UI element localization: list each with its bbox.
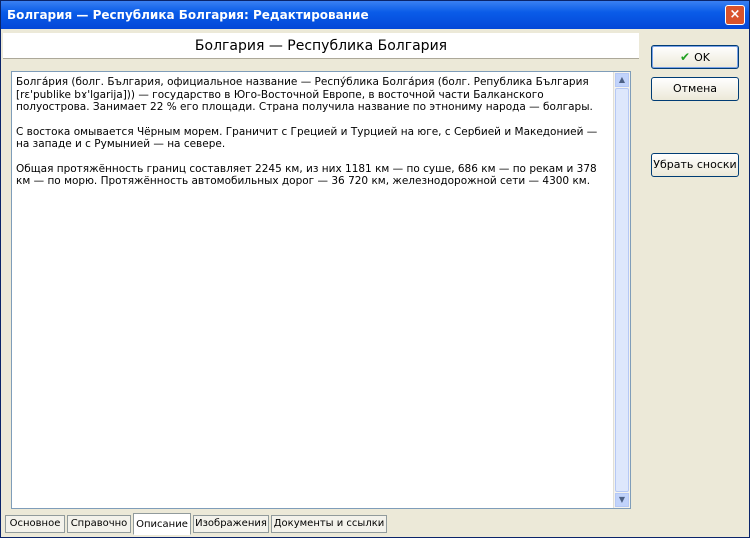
window-title: Болгария — Республика Болгария: Редактир… [7, 8, 369, 22]
scroll-thumb[interactable] [615, 88, 629, 492]
edit-dialog: Болгария — Республика Болгария: Редактир… [0, 0, 750, 538]
close-icon[interactable]: × [725, 5, 745, 25]
title-bar[interactable]: Болгария — Республика Болгария: Редактир… [1, 1, 749, 29]
vertical-scrollbar[interactable]: ▲ ▼ [613, 72, 630, 508]
description-panel: Болга́рия (болг. България, официальное н… [3, 61, 639, 515]
description-text-area[interactable]: Болга́рия (болг. България, официальное н… [11, 71, 631, 509]
arrow-down-icon[interactable]: ▼ [615, 493, 629, 507]
tab-reference[interactable]: Справочно [67, 515, 131, 533]
remove-footnotes-button[interactable]: Убрать сноски [651, 153, 739, 177]
description-text: Болга́рия (болг. България, официальное н… [16, 76, 612, 200]
tab-documents-links[interactable]: Документы и ссылки [271, 515, 387, 533]
paragraph: С востока омывается Чёрным морем. Гранич… [16, 125, 598, 151]
check-icon: ✔ [680, 50, 691, 64]
tab-images[interactable]: Изображения [193, 515, 269, 533]
ok-label: OK [694, 51, 710, 64]
arrow-up-icon[interactable]: ▲ [615, 73, 629, 87]
cancel-button[interactable]: Отмена [651, 77, 739, 101]
tab-description[interactable]: Описание [133, 513, 191, 535]
paragraph: Болга́рия (болг. България, официальное н… [16, 76, 593, 113]
tab-main[interactable]: Основное [5, 515, 65, 533]
ok-button[interactable]: ✔ OK [651, 45, 739, 69]
record-title: Болгария — Республика Болгария [3, 33, 639, 59]
paragraph: Общая протяжённость границ составляет 22… [16, 162, 597, 188]
